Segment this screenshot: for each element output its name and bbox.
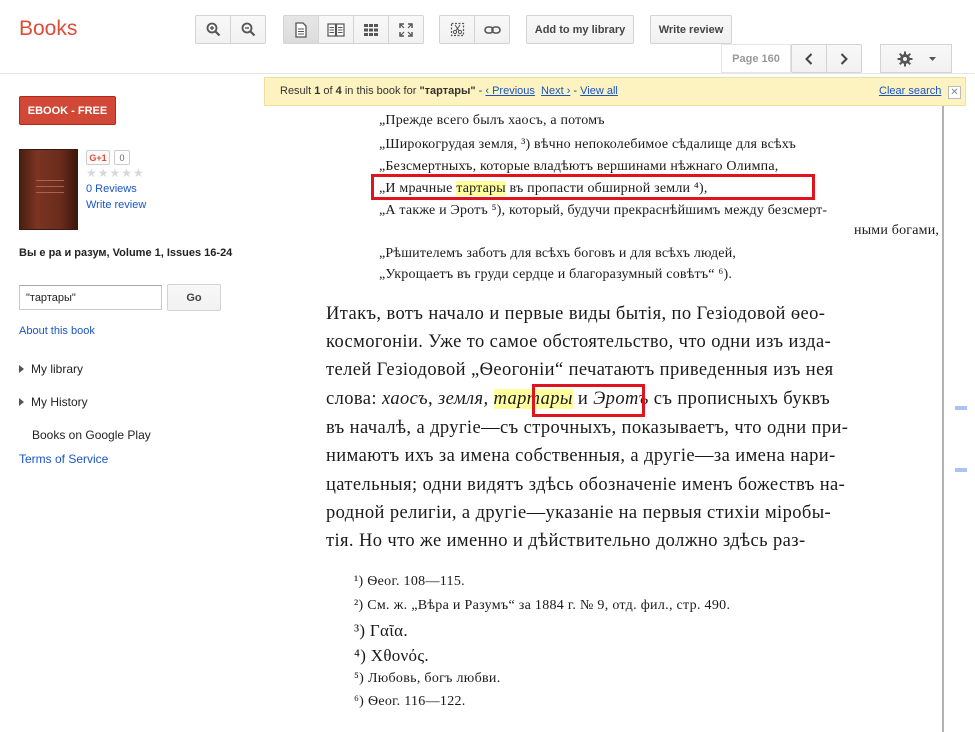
book-title: Вы е ра и разум, Volume 1, Issues 16-24 bbox=[19, 247, 233, 259]
go-button[interactable]: Go bbox=[167, 284, 221, 311]
books-logo[interactable]: Books bbox=[19, 17, 77, 41]
close-icon: ✕ bbox=[950, 86, 959, 98]
match-box bbox=[532, 384, 645, 417]
zoom-in-icon bbox=[206, 22, 220, 37]
google-plus-count: 0 bbox=[114, 150, 130, 165]
prose-line: Итакъ, вотъ начало и первые виды бытія, … bbox=[326, 304, 826, 324]
prose-text: слова: bbox=[326, 389, 382, 409]
clip-icon bbox=[450, 22, 464, 37]
poem-line: „Безсмертныхъ, которые владѣютъ вершинам… bbox=[379, 159, 779, 174]
sidebar-item-label: My library bbox=[31, 362, 84, 376]
chevron-down-icon bbox=[928, 56, 936, 61]
reviews-link[interactable]: 0 Reviews bbox=[86, 183, 137, 195]
single-page-icon bbox=[295, 21, 307, 38]
close-result-bar-button[interactable]: ✕ bbox=[948, 86, 961, 99]
prose-italic: хаосъ, земля, bbox=[381, 389, 494, 409]
footnote: ³) Γαῖα. bbox=[354, 621, 408, 640]
poem-line: ными богами, bbox=[854, 223, 940, 238]
zoom-in-button[interactable] bbox=[195, 15, 231, 44]
result-in-book: in this book for bbox=[341, 85, 420, 97]
single-page-view-button[interactable] bbox=[283, 15, 319, 44]
result-of: of bbox=[320, 85, 336, 97]
prev-page-icon bbox=[805, 52, 813, 65]
footnote: ¹) Ѳеог. 108—115. bbox=[354, 574, 465, 589]
view-mode-group bbox=[283, 15, 424, 44]
two-page-view-button[interactable] bbox=[318, 15, 354, 44]
result-prefix: Result bbox=[280, 85, 315, 97]
next-page-button[interactable] bbox=[826, 44, 862, 73]
fullscreen-button[interactable] bbox=[388, 15, 424, 44]
expand-arrow-icon bbox=[19, 365, 24, 373]
poem-line: „Прежде всего былъ хаосъ, а потомъ bbox=[379, 113, 605, 128]
prose-line: нимаютъ ихъ за имена собственныя, а друг… bbox=[326, 446, 836, 466]
prose-line: въ началѣ, а другіе—съ строчныхъ, показы… bbox=[326, 418, 849, 438]
footnote: ²) См. ж. „Вѣра и Разумъ“ за 1884 г. № 9… bbox=[354, 598, 731, 613]
footnote: ⁴) Χθονός. bbox=[354, 646, 429, 665]
scrollbar-marker[interactable] bbox=[955, 406, 967, 410]
prose-line: родной религіи, а другіе—указаніе на пер… bbox=[326, 503, 832, 523]
search-in-book-input[interactable] bbox=[19, 285, 162, 310]
gear-icon bbox=[897, 51, 912, 66]
poem-line: „Укрощаетъ въ груди сердце и благоразумн… bbox=[379, 267, 733, 282]
sidebar-item-my-library[interactable]: My library bbox=[19, 362, 83, 376]
two-page-icon bbox=[327, 22, 345, 37]
sidebar-item-google-play[interactable]: Books on Google Play bbox=[32, 428, 151, 442]
result-summary: Result 1 of 4 in this book for "тартары"… bbox=[280, 85, 618, 97]
footnote: ⁵) Любовь, богъ любви. bbox=[354, 671, 501, 686]
sidebar-item-label: My History bbox=[31, 395, 88, 409]
share-group bbox=[439, 15, 510, 44]
zoom-out-button[interactable] bbox=[230, 15, 266, 44]
clear-search-link[interactable]: Clear search bbox=[879, 85, 941, 97]
settings-button[interactable] bbox=[880, 44, 952, 73]
zoom-out-icon bbox=[241, 22, 255, 37]
poem-line: „А также и Эротъ ⁵), который, будучи пре… bbox=[379, 203, 828, 218]
page-number: Page 160 bbox=[721, 44, 791, 73]
link-icon bbox=[483, 25, 501, 34]
terms-of-service-link[interactable]: Terms of Service bbox=[19, 452, 108, 466]
result-separator: - bbox=[570, 85, 581, 97]
thumbnail-view-button[interactable] bbox=[353, 15, 389, 44]
page-edge bbox=[942, 106, 944, 732]
write-review-top-button[interactable]: Write review bbox=[650, 15, 732, 44]
previous-result-link[interactable]: ‹ Previous bbox=[485, 85, 535, 97]
prose-line: тія. Но что же именно и дѣйствительно до… bbox=[326, 531, 806, 551]
result-query: "тартары" bbox=[419, 85, 476, 97]
link-button[interactable] bbox=[474, 15, 510, 44]
top-bar: Books Add to my library Write review Pag… bbox=[0, 0, 975, 74]
thumbnails-icon bbox=[364, 23, 378, 36]
view-all-link[interactable]: View all bbox=[580, 85, 618, 97]
footnote: ⁶) Ѳеог. 116—122. bbox=[354, 694, 466, 709]
poem-line: „Широкогрудая земля, ³) вѣчно непоколеби… bbox=[379, 137, 796, 152]
prose-text: съ прописныхъ буквъ bbox=[648, 389, 831, 409]
prose-line: космогоніи. Уже то самое обстоятельство,… bbox=[326, 332, 832, 352]
result-separator: - bbox=[475, 85, 486, 97]
add-to-library-button[interactable]: Add to my library bbox=[526, 15, 634, 44]
ebook-free-button[interactable]: EBOOK - FREE bbox=[19, 96, 116, 125]
book-cover[interactable] bbox=[19, 149, 78, 230]
google-plus-button[interactable]: G+1 bbox=[86, 150, 110, 165]
sidebar: EBOOK - FREE G+1 0 ★★★★★ 0 Reviews Write… bbox=[0, 75, 262, 732]
match-box bbox=[371, 174, 815, 200]
next-result-link[interactable]: Next › bbox=[541, 85, 570, 97]
poem-line: „Рѣшителемъ заботъ для всѣхъ боговъ и дл… bbox=[379, 246, 737, 261]
book-page-scan[interactable]: „Прежде всего былъ хаосъ, а потомъ „Широ… bbox=[264, 106, 965, 732]
expand-arrow-icon bbox=[19, 398, 24, 406]
clip-button[interactable] bbox=[439, 15, 475, 44]
sidebar-item-my-history[interactable]: My History bbox=[19, 395, 88, 409]
search-result-bar: Result 1 of 4 in this book for "тартары"… bbox=[264, 77, 966, 106]
zoom-group bbox=[195, 15, 266, 44]
write-review-link[interactable]: Write review bbox=[86, 199, 146, 211]
rating-stars: ★★★★★ bbox=[86, 166, 145, 180]
next-page-icon bbox=[840, 52, 848, 65]
scrollbar-marker[interactable] bbox=[955, 468, 967, 472]
fullscreen-icon bbox=[399, 22, 413, 37]
about-book-link[interactable]: About this book bbox=[19, 325, 95, 337]
prev-page-button[interactable] bbox=[791, 44, 827, 73]
prose-line: цательныя; одни видятъ здѣсь обозначеніе… bbox=[326, 475, 846, 495]
prose-line: телей Гезіодовой „Ѳеогоніи“ печатаютъ пр… bbox=[326, 360, 834, 380]
